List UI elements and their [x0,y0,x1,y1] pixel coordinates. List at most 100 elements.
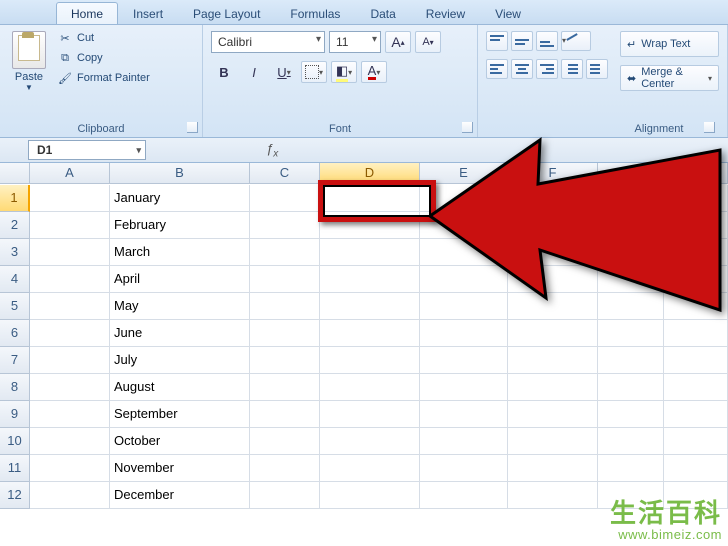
align-center-button[interactable] [511,59,533,79]
tab-page-layout[interactable]: Page Layout [178,2,275,24]
cell-H2[interactable] [664,212,728,239]
cell-D7[interactable] [320,347,420,374]
cell-A11[interactable] [30,455,110,482]
cell-D11[interactable] [320,455,420,482]
row-header-10[interactable]: 10 [0,428,30,455]
cell-E1[interactable] [420,185,508,212]
tab-insert[interactable]: Insert [118,2,178,24]
cell-A5[interactable] [30,293,110,320]
cell-G12[interactable] [598,482,664,509]
tab-view[interactable]: View [480,2,536,24]
paste-button[interactable]: Paste ▼ [8,31,50,92]
row-header-8[interactable]: 8 [0,374,30,401]
cell-D2[interactable] [320,212,420,239]
cell-C9[interactable] [250,401,320,428]
tab-review[interactable]: Review [411,2,480,24]
cell-E12[interactable] [420,482,508,509]
cell-F9[interactable] [508,401,598,428]
cell-B3[interactable]: March [110,239,250,266]
cell-F10[interactable] [508,428,598,455]
cell-B1[interactable]: January [110,185,250,212]
cell-E11[interactable] [420,455,508,482]
italic-button[interactable]: I [241,61,267,83]
cell-G10[interactable] [598,428,664,455]
cell-D8[interactable] [320,374,420,401]
cell-A1[interactable] [30,185,110,212]
font-color-button[interactable]: A [361,61,387,83]
cell-F4[interactable] [508,266,598,293]
cell-H6[interactable] [664,320,728,347]
cell-E4[interactable] [420,266,508,293]
row-header-11[interactable]: 11 [0,455,30,482]
bold-button[interactable]: B [211,61,237,83]
cell-B7[interactable]: July [110,347,250,374]
tab-home[interactable]: Home [56,2,118,24]
column-header-E[interactable]: E [420,163,508,184]
cell-A8[interactable] [30,374,110,401]
cell-B10[interactable]: October [110,428,250,455]
cell-H3[interactable] [664,239,728,266]
align-right-button[interactable] [536,59,558,79]
cell-F2[interactable] [508,212,598,239]
format-painter-button[interactable]: 🖌 Format Painter [58,71,150,85]
cell-B9[interactable]: September [110,401,250,428]
cell-F6[interactable] [508,320,598,347]
cell-E3[interactable] [420,239,508,266]
cell-H9[interactable] [664,401,728,428]
wrap-text-button[interactable]: ↵ Wrap Text [620,31,719,57]
cell-E2[interactable] [420,212,508,239]
cell-B8[interactable]: August [110,374,250,401]
paste-dropdown-icon[interactable]: ▼ [25,83,33,92]
align-left-button[interactable] [486,59,508,79]
column-header-A[interactable]: A [30,163,110,184]
decrease-indent-button[interactable] [561,59,583,79]
cell-F8[interactable] [508,374,598,401]
cell-F5[interactable] [508,293,598,320]
increase-indent-button[interactable] [586,59,608,79]
column-header-C[interactable]: C [250,163,320,184]
align-middle-button[interactable] [511,31,533,51]
align-top-button[interactable] [486,31,508,51]
cell-H10[interactable] [664,428,728,455]
cell-E5[interactable] [420,293,508,320]
row-header-3[interactable]: 3 [0,239,30,266]
cell-A4[interactable] [30,266,110,293]
row-header-5[interactable]: 5 [0,293,30,320]
cell-B2[interactable]: February [110,212,250,239]
cell-H8[interactable] [664,374,728,401]
font-name-combo[interactable]: Calibri [211,31,325,53]
cell-D1[interactable] [320,185,420,212]
cell-C4[interactable] [250,266,320,293]
cell-B6[interactable]: June [110,320,250,347]
fill-color-button[interactable]: ◧ [331,61,357,83]
cell-D10[interactable] [320,428,420,455]
cell-B4[interactable]: April [110,266,250,293]
cell-B12[interactable]: December [110,482,250,509]
grow-font-button[interactable]: A▴ [385,31,411,53]
cell-E9[interactable] [420,401,508,428]
cell-B5[interactable]: May [110,293,250,320]
cell-C8[interactable] [250,374,320,401]
cell-C5[interactable] [250,293,320,320]
tab-data[interactable]: Data [355,2,410,24]
row-header-7[interactable]: 7 [0,347,30,374]
cell-A9[interactable] [30,401,110,428]
cell-F1[interactable] [508,185,598,212]
cell-A12[interactable] [30,482,110,509]
border-button[interactable] [301,61,327,83]
cell-H5[interactable] [664,293,728,320]
cell-F3[interactable] [508,239,598,266]
cell-H7[interactable] [664,347,728,374]
cell-G1[interactable] [598,185,664,212]
cell-C1[interactable] [250,185,320,212]
column-header-D[interactable]: D [320,163,420,185]
fx-icon[interactable]: x [266,141,278,160]
merge-center-button[interactable]: ⬌ Merge & Center [620,65,719,91]
cell-G2[interactable] [598,212,664,239]
cell-A2[interactable] [30,212,110,239]
column-header-B[interactable]: B [110,163,250,184]
cell-A10[interactable] [30,428,110,455]
cell-G7[interactable] [598,347,664,374]
cell-H11[interactable] [664,455,728,482]
orientation-button[interactable] [561,31,591,51]
